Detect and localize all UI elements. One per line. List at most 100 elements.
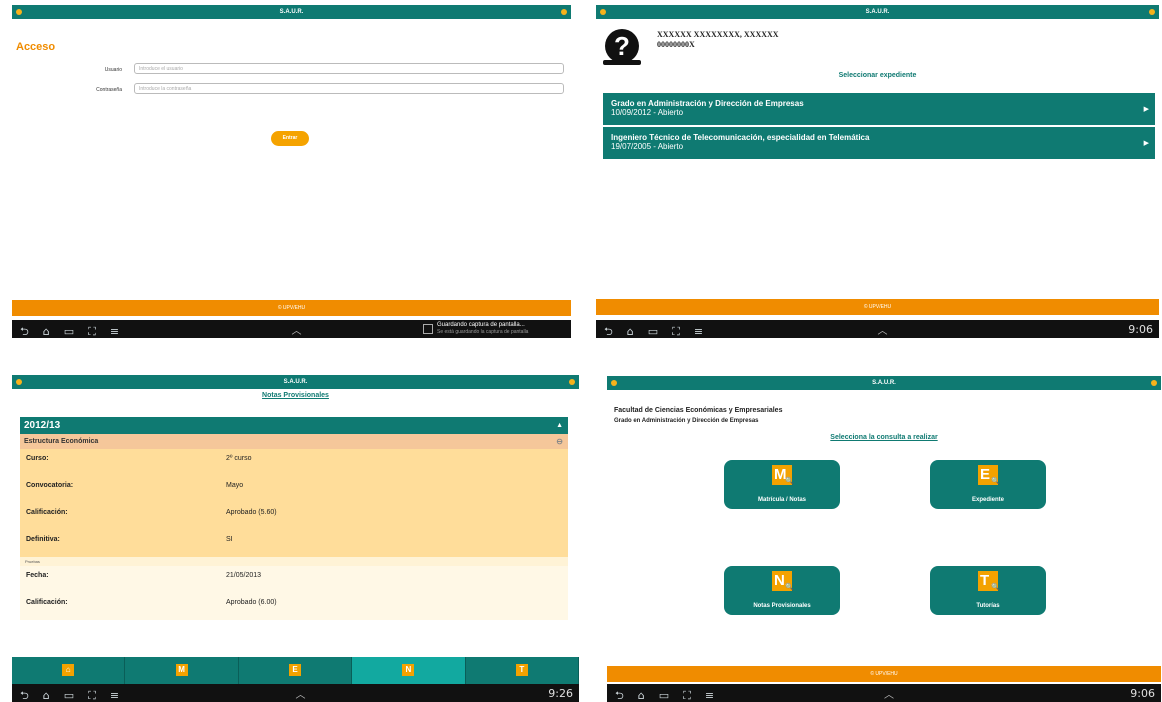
notas-icon: N bbox=[402, 664, 415, 676]
year-header[interactable]: 2012/13 ▲ bbox=[20, 417, 568, 434]
matricula-notas-button[interactable]: M 🔍 Matrícula / Notas bbox=[724, 460, 840, 509]
detail-row: Calificación: Aprobado (5.60) bbox=[20, 503, 568, 530]
system-nav-bar: ⮌⌂▭⛶≡ ︿ Guardando captura de pantalla...… bbox=[12, 320, 571, 338]
app-dot-icon bbox=[16, 9, 22, 15]
expediente-title: Ingeniero Técnico de Telecomunicación, e… bbox=[611, 133, 870, 142]
expediente-detail: 19/07/2005 - Abierto bbox=[611, 142, 684, 151]
system-nav-bar: ⮌⌂▭⛶≡ ︿ 9:06 bbox=[596, 320, 1159, 338]
chevron-up-icon[interactable]: ︿ bbox=[878, 322, 888, 337]
subject-details: Curso: 2º curso Convocatoria: Mayo Calif… bbox=[20, 449, 568, 557]
chevron-right-icon: ▶ bbox=[1143, 106, 1149, 113]
chevron-right-icon: ▶ bbox=[1143, 140, 1149, 147]
app-dot-icon bbox=[600, 9, 606, 15]
collapse-circle-icon: ⊖ bbox=[556, 437, 563, 446]
system-nav-bar: ⮌⌂▭⛶≡ ︿ 9:06 bbox=[607, 684, 1161, 702]
expediente-detail: 10/09/2012 - Abierto bbox=[611, 108, 684, 117]
year-label: 2012/13 bbox=[24, 420, 61, 431]
home-icon: ⌂ bbox=[62, 664, 75, 676]
app-title: S.A.U.R. bbox=[865, 9, 890, 15]
app-dot-icon bbox=[611, 380, 617, 386]
collapse-icon: ▲ bbox=[556, 422, 563, 429]
bottom-tab-bar: ⌂ M E N T bbox=[12, 657, 579, 684]
image-icon bbox=[423, 324, 433, 334]
chevron-up-icon[interactable]: ︿ bbox=[296, 686, 306, 701]
chevron-up-icon[interactable]: ︿ bbox=[292, 322, 302, 337]
tab-expediente[interactable]: E bbox=[239, 657, 353, 684]
detail-value: SI bbox=[226, 536, 233, 543]
app-header: S.A.U.R. bbox=[12, 375, 579, 389]
faculty-name: Facultad de Ciencias Económicas y Empres… bbox=[614, 407, 783, 414]
pruebas-label: Pruebas bbox=[20, 557, 568, 566]
tile-label: Tutorías bbox=[976, 603, 1000, 609]
enter-button[interactable]: Entrar bbox=[271, 131, 309, 146]
tab-home[interactable]: ⌂ bbox=[12, 657, 126, 684]
screenshot-notification: Guardando captura de pantalla... Se está… bbox=[423, 322, 567, 336]
tab-notas[interactable]: N bbox=[352, 657, 466, 684]
subject-label: Estructura Económica bbox=[24, 438, 99, 445]
nav-buttons-icon[interactable]: ⮌⌂▭⛶≡ bbox=[615, 687, 728, 702]
detail-row: Fecha: 21/05/2013 bbox=[20, 566, 568, 593]
detail-value: 21/05/2013 bbox=[226, 572, 262, 579]
user-name: XXXXXX XXXXXXXX, XXXXXX bbox=[657, 30, 779, 39]
menu-dot-icon[interactable] bbox=[1149, 9, 1155, 15]
footer-bar: © UPV/EHU bbox=[12, 300, 571, 316]
detail-row: Calificación: Aprobado (6.00) bbox=[20, 593, 568, 620]
expediente-list: Grado en Administración y Dirección de E… bbox=[603, 93, 1155, 161]
expediente-icon: E bbox=[289, 664, 302, 676]
tab-matricula[interactable]: M bbox=[125, 657, 239, 684]
tutorias-button[interactable]: T 🔍 Tutorías bbox=[930, 566, 1046, 615]
detail-key: Curso: bbox=[26, 455, 49, 462]
magnifier-icon: 🔍 bbox=[991, 478, 1000, 485]
user-id: 00000000X bbox=[657, 40, 695, 49]
app-title: S.A.U.R. bbox=[283, 379, 308, 385]
expediente-title: Grado en Administración y Dirección de E… bbox=[611, 99, 804, 108]
nav-buttons-icon[interactable]: ⮌⌂▭⛶≡ bbox=[20, 687, 133, 702]
detail-row: Definitiva: SI bbox=[20, 530, 568, 557]
menu-dot-icon[interactable] bbox=[561, 9, 567, 15]
magnifier-icon: 🔍 bbox=[785, 478, 794, 485]
degree-name: Grado en Administración y Dirección de E… bbox=[614, 418, 759, 424]
app-dot-icon bbox=[16, 379, 22, 385]
notification-title: Guardando captura de pantalla... bbox=[437, 322, 525, 328]
menu-dot-icon[interactable] bbox=[569, 379, 575, 385]
app-header: S.A.U.R. bbox=[607, 376, 1161, 390]
tile-label: Matrícula / Notas bbox=[757, 497, 806, 503]
detail-key: Convocatoria: bbox=[26, 482, 74, 489]
footer-bar: © UPV/EHU bbox=[607, 666, 1161, 682]
notification-subtitle: Se está guardando la captura de pantalla bbox=[437, 329, 529, 335]
nav-buttons-icon[interactable]: ⮌⌂▭⛶≡ bbox=[604, 323, 717, 338]
list-item[interactable]: Grado en Administración y Dirección de E… bbox=[603, 93, 1155, 127]
list-item[interactable]: Ingeniero Técnico de Telecomunicación, e… bbox=[603, 127, 1155, 161]
notas-panel: 2012/13 ▲ Estructura Económica ⊖ Curso: … bbox=[20, 417, 568, 657]
login-screen: S.A.U.R. Acceso Usuario Introduce el usu… bbox=[12, 5, 571, 338]
expediente-select-screen: S.A.U.R. ? XXXXXX XXXXXXXX, XXXXXX 00000… bbox=[596, 5, 1159, 338]
detail-key: Calificación: bbox=[26, 509, 68, 516]
page-title: Notas Provisionales bbox=[262, 392, 329, 399]
detail-key: Definitiva: bbox=[26, 536, 60, 543]
magnifier-icon: 🔍 bbox=[991, 584, 1000, 591]
footer-bar: © UPV/EHU bbox=[596, 299, 1159, 315]
expediente-button[interactable]: E 🔍 Expediente bbox=[930, 460, 1046, 509]
app-title: S.A.U.R. bbox=[279, 9, 304, 15]
status-time: 9:06 bbox=[1128, 323, 1153, 336]
avatar-base bbox=[603, 60, 641, 65]
tab-tutorias[interactable]: T bbox=[466, 657, 579, 684]
nav-buttons-icon[interactable]: ⮌⌂▭⛶≡ bbox=[20, 323, 133, 338]
prueba-details: Fecha: 21/05/2013 Calificación: Aprobado… bbox=[20, 566, 568, 620]
user-input[interactable]: Introduce el usuario bbox=[134, 63, 564, 74]
system-nav-bar: ⮌⌂▭⛶≡ ︿ 9:26 bbox=[12, 684, 579, 702]
user-label: Usuario bbox=[104, 67, 122, 73]
select-consulta-title: Selecciona la consulta a realizar bbox=[830, 434, 938, 441]
menu-dot-icon[interactable] bbox=[1151, 380, 1157, 386]
status-time: 9:26 bbox=[548, 687, 573, 700]
tile-label: Notas Provisionales bbox=[753, 603, 811, 609]
chevron-up-icon[interactable]: ︿ bbox=[884, 686, 894, 701]
notas-provisionales-button[interactable]: N 🔍 Notas Provisionales bbox=[724, 566, 840, 615]
notas-screen: S.A.U.R. Notas Provisionales 2012/13 ▲ E… bbox=[12, 375, 579, 702]
detail-value: Aprobado (5.60) bbox=[226, 509, 277, 516]
app-header: S.A.U.R. bbox=[596, 5, 1159, 19]
password-input[interactable]: Introduce la contraseña bbox=[134, 83, 564, 94]
detail-value: Mayo bbox=[226, 482, 244, 489]
detail-value: Aprobado (6.00) bbox=[226, 599, 277, 606]
subject-header[interactable]: Estructura Económica ⊖ bbox=[20, 434, 568, 449]
